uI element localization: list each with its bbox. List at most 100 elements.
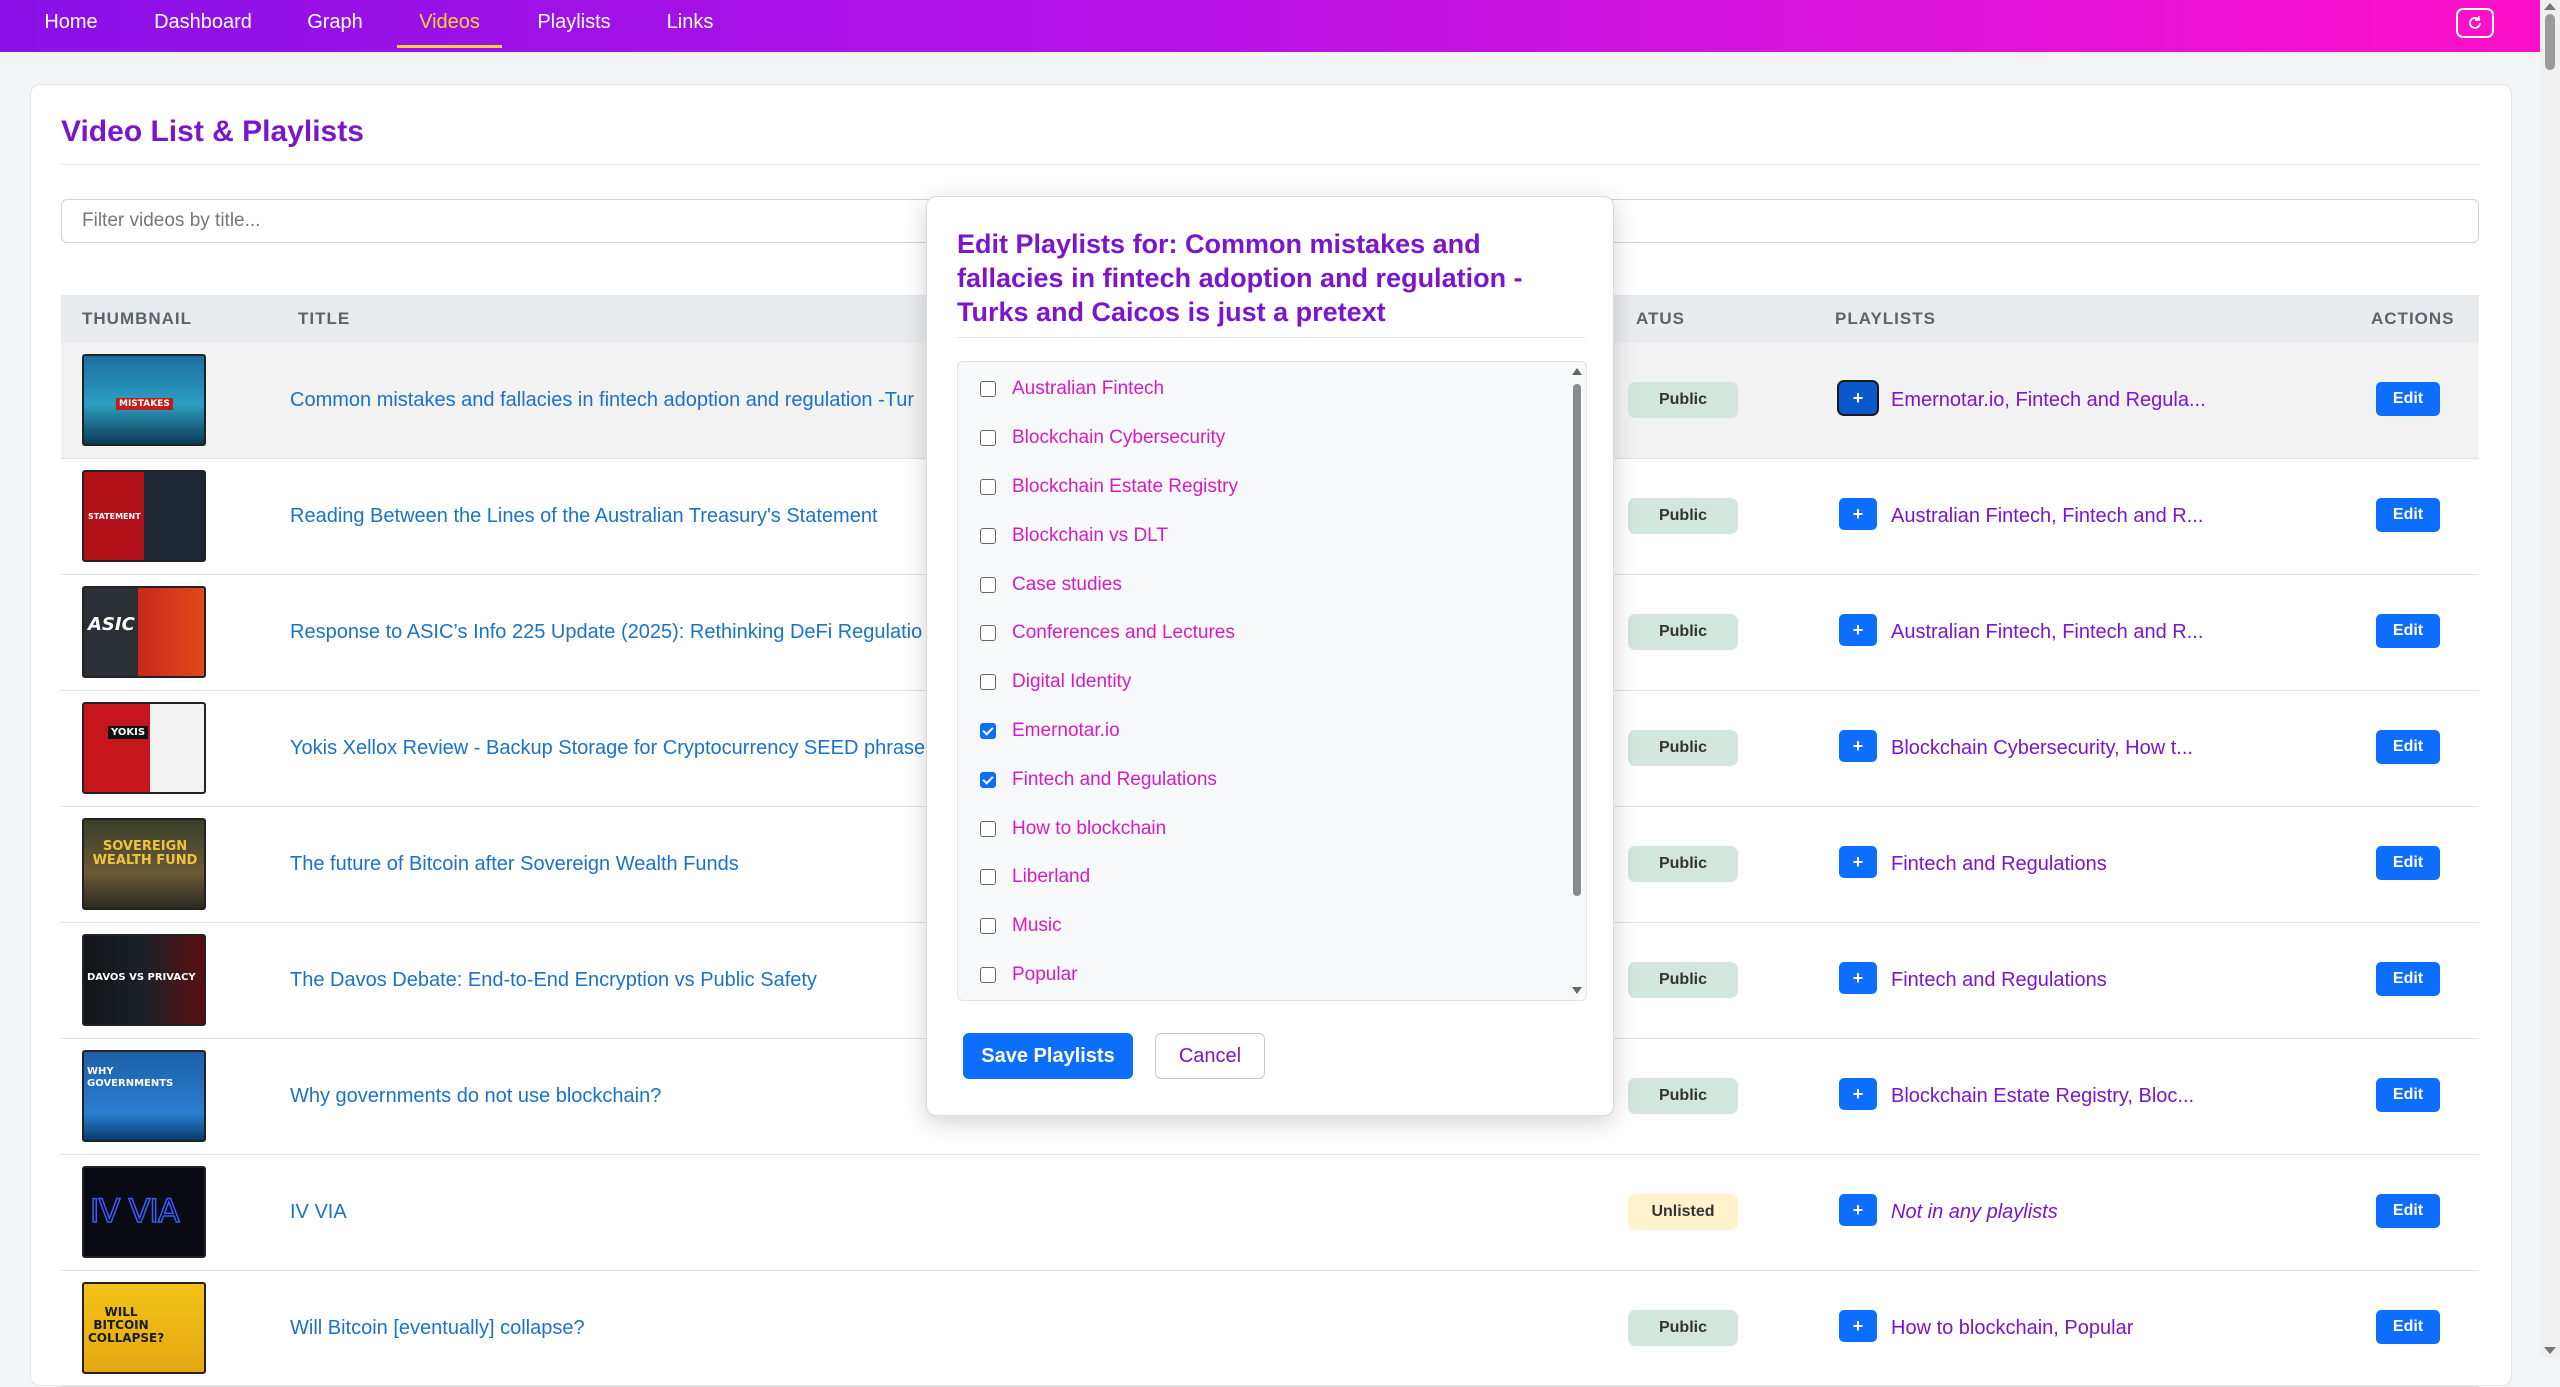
video-thumbnail[interactable]: WHY GOVERNMENTS: [82, 1050, 206, 1142]
playlist-checkbox[interactable]: [980, 625, 996, 641]
video-title-link[interactable]: The future of Bitcoin after Sovereign We…: [290, 807, 739, 922]
playlist-option-label: Blockchain Estate Registry: [1012, 476, 1238, 497]
scroll-up-icon[interactable]: [1572, 368, 1582, 375]
status-badge: Public: [1628, 962, 1738, 998]
edit-button[interactable]: Edit: [2376, 382, 2440, 416]
video-thumbnail[interactable]: SOVEREIGN WEALTH FUND: [82, 818, 206, 910]
playlist-checkbox[interactable]: [980, 967, 996, 983]
page-scrollbar[interactable]: [2540, 0, 2560, 1357]
playlist-checkbox[interactable]: [980, 577, 996, 593]
edit-button[interactable]: Edit: [2376, 1078, 2440, 1112]
playlist-option[interactable]: Blockchain vs DLT: [980, 521, 1168, 551]
video-title-link[interactable]: Response to ASIC’s Info 225 Update (2025…: [290, 575, 922, 690]
playlist-option[interactable]: Liberland: [980, 862, 1090, 892]
nav-graph[interactable]: Graph: [304, 0, 366, 48]
thumbnail-caption: WHY GOVERNMENTS: [87, 1066, 174, 1089]
edit-button[interactable]: Edit: [2376, 846, 2440, 880]
add-playlist-button[interactable]: +: [1839, 1194, 1877, 1226]
playlist-option-label: Popular: [1012, 964, 1078, 985]
edit-button[interactable]: Edit: [2376, 498, 2440, 532]
playlist-checkbox[interactable]: [980, 918, 996, 934]
thumbnail-caption: IV VIA: [89, 1191, 180, 1231]
cancel-button[interactable]: Cancel: [1155, 1033, 1265, 1079]
video-title-link[interactable]: Why governments do not use blockchain?: [290, 1039, 661, 1154]
playlist-option[interactable]: Blockchain Cybersecurity: [980, 423, 1225, 453]
playlist-checkbox[interactable]: [980, 821, 996, 837]
thumbnail-caption: ASIC: [88, 614, 135, 635]
video-title-link[interactable]: IV VIA: [290, 1155, 347, 1270]
thumbnail-caption: WILL BITCOIN COLLAPSE?: [88, 1305, 165, 1345]
playlist-option[interactable]: Digital Identity: [980, 667, 1131, 697]
add-playlist-button[interactable]: +: [1839, 962, 1877, 994]
scroll-down-icon[interactable]: [2544, 1347, 2556, 1354]
playlist-checkbox-list[interactable]: Australian Fintech Blockchain Cybersecur…: [957, 361, 1587, 1001]
video-title-link[interactable]: The Davos Debate: End-to-End Encryption …: [290, 923, 817, 1038]
edit-button[interactable]: Edit: [2376, 1194, 2440, 1228]
nav-links[interactable]: Links: [664, 0, 716, 48]
save-playlists-button[interactable]: Save Playlists: [963, 1033, 1133, 1079]
video-thumbnail[interactable]: DAVOS VS PRIVACY: [82, 934, 206, 1026]
nav-dashboard[interactable]: Dashboard: [150, 0, 256, 48]
video-thumbnail[interactable]: STATEMENT: [82, 470, 206, 562]
playlist-checkbox[interactable]: [980, 528, 996, 544]
playlist-checkbox[interactable]: [980, 772, 996, 788]
title-divider: [61, 164, 2479, 165]
playlist-option[interactable]: How to blockchain: [980, 814, 1166, 844]
edit-button[interactable]: Edit: [2376, 1310, 2440, 1344]
scroll-down-icon[interactable]: [1572, 987, 1582, 994]
nav-videos[interactable]: Videos: [397, 0, 502, 48]
add-playlist-button[interactable]: +: [1839, 498, 1877, 530]
list-scrollbar[interactable]: [1568, 362, 1586, 1000]
playlist-option[interactable]: Emernotar.io: [980, 716, 1120, 746]
video-thumbnail[interactable]: YOKIS: [82, 702, 206, 794]
video-title-link[interactable]: Common mistakes and fallacies in fintech…: [290, 343, 914, 458]
video-thumbnail[interactable]: MISTAKES: [82, 354, 206, 446]
playlist-option[interactable]: Popular: [980, 960, 1078, 990]
playlist-checkbox[interactable]: [980, 674, 996, 690]
edit-button[interactable]: Edit: [2376, 614, 2440, 648]
refresh-button[interactable]: [2456, 8, 2494, 38]
add-playlist-button[interactable]: +: [1839, 1078, 1877, 1110]
status-badge: Public: [1628, 1078, 1738, 1114]
add-playlist-button[interactable]: +: [1839, 382, 1877, 414]
modal-title: Edit Playlists for: Common mistakes and …: [957, 229, 1523, 327]
nav-home[interactable]: Home: [42, 0, 100, 48]
playlist-option[interactable]: Conferences and Lectures: [980, 618, 1235, 648]
playlist-checkbox[interactable]: [980, 479, 996, 495]
playlist-checkbox[interactable]: [980, 869, 996, 885]
playlist-option[interactable]: Case studies: [980, 570, 1122, 600]
status-badge: Public: [1628, 382, 1738, 418]
playlist-option-label: How to blockchain: [1012, 818, 1167, 839]
status-badge: Public: [1628, 1310, 1738, 1346]
playlist-summary: Fintech and Regulations: [1891, 969, 2107, 991]
edit-button[interactable]: Edit: [2376, 962, 2440, 996]
playlist-option-label: Conferences and Lectures: [1012, 622, 1235, 643]
playlist-checkbox[interactable]: [980, 723, 996, 739]
modal-divider: [957, 337, 1585, 338]
edit-button[interactable]: Edit: [2376, 730, 2440, 764]
video-title-link[interactable]: Will Bitcoin [eventually] collapse?: [290, 1271, 585, 1386]
nav-playlists[interactable]: Playlists: [534, 0, 614, 48]
playlist-summary: How to blockchain, Popular: [1891, 1317, 2134, 1339]
playlist-option[interactable]: Music: [980, 911, 1062, 941]
edit-playlists-modal: Edit Playlists for: Common mistakes and …: [926, 196, 1614, 1116]
playlist-summary: Blockchain Estate Registry, Bloc...: [1891, 1085, 2195, 1107]
video-thumbnail[interactable]: WILL BITCOIN COLLAPSE?: [82, 1282, 206, 1374]
scroll-up-icon[interactable]: [2544, 3, 2556, 10]
add-playlist-button[interactable]: +: [1839, 1310, 1877, 1342]
playlist-option[interactable]: Blockchain Estate Registry: [980, 472, 1238, 502]
playlist-option[interactable]: Fintech and Regulations: [980, 765, 1217, 795]
playlist-option-label: Blockchain vs DLT: [1012, 525, 1168, 546]
scroll-thumb[interactable]: [2545, 14, 2555, 70]
playlist-checkbox[interactable]: [980, 381, 996, 397]
video-thumbnail[interactable]: IV VIA: [82, 1166, 206, 1258]
playlist-option[interactable]: Australian Fintech: [980, 374, 1164, 404]
playlist-checkbox[interactable]: [980, 430, 996, 446]
scroll-thumb[interactable]: [1573, 384, 1581, 896]
add-playlist-button[interactable]: +: [1839, 614, 1877, 646]
add-playlist-button[interactable]: +: [1839, 846, 1877, 878]
video-title-link[interactable]: Yokis Xellox Review - Backup Storage for…: [290, 691, 925, 806]
video-thumbnail[interactable]: ASIC: [82, 586, 206, 678]
add-playlist-button[interactable]: +: [1839, 730, 1877, 762]
video-title-link[interactable]: Reading Between the Lines of the Austral…: [290, 459, 878, 574]
